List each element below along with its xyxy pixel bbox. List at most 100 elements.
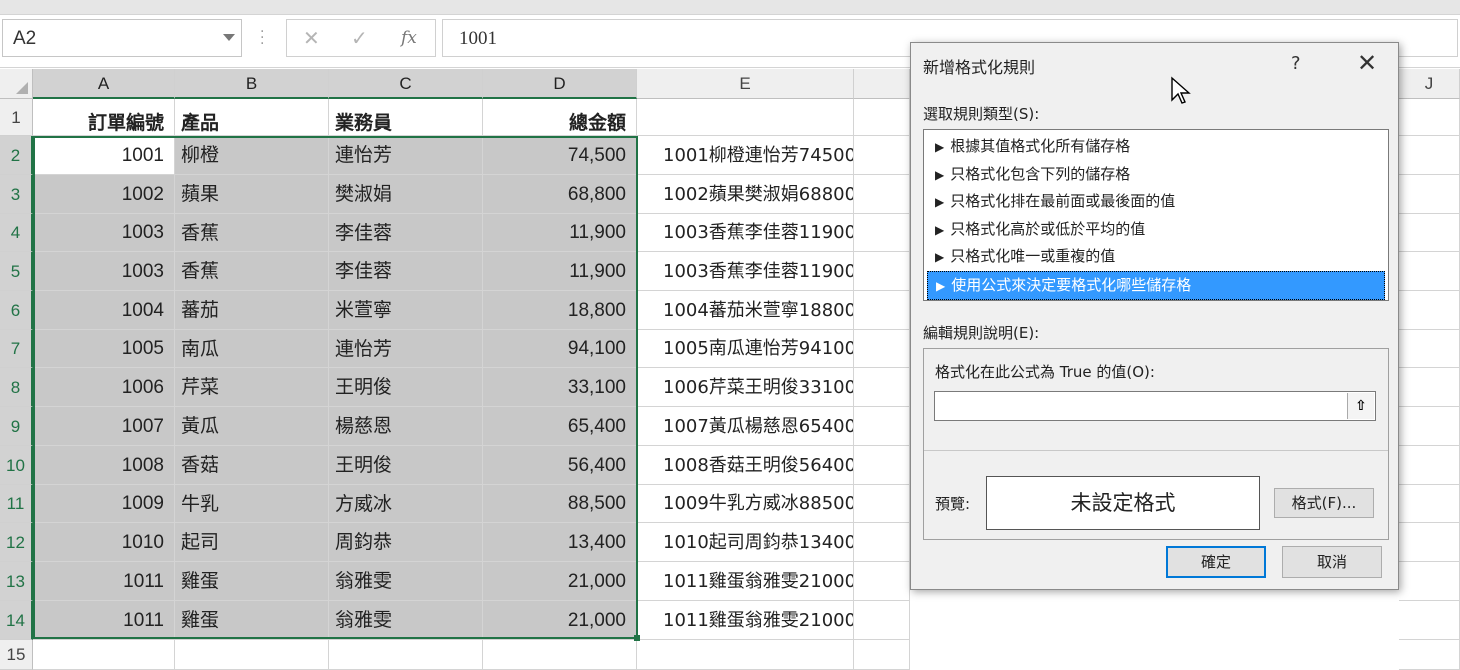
empty-cell[interactable] bbox=[1399, 252, 1460, 291]
format-button[interactable]: 格式(F)... bbox=[1274, 488, 1374, 518]
name-box[interactable]: A2 bbox=[2, 19, 242, 57]
cell-c[interactable]: 李佳蓉 bbox=[329, 252, 483, 291]
cell-e[interactable]: 1008香菇王明俊56400 bbox=[637, 446, 854, 485]
empty-cell[interactable] bbox=[854, 407, 910, 446]
column-header-b[interactable]: B bbox=[175, 69, 329, 99]
cell-a[interactable]: 1009 bbox=[33, 485, 175, 523]
header-cell[interactable]: 業務員 bbox=[329, 99, 483, 136]
cell-b[interactable]: 起司 bbox=[175, 523, 329, 562]
collapse-dialog-icon[interactable]: ⇧ bbox=[1347, 393, 1374, 419]
cell-e[interactable]: 1004蕃茄米萱寧18800 bbox=[637, 291, 854, 330]
cell-c[interactable]: 王明俊 bbox=[329, 446, 483, 485]
empty-cell[interactable] bbox=[483, 640, 637, 670]
cell-b[interactable]: 黃瓜 bbox=[175, 407, 329, 446]
ok-button[interactable]: 確定 bbox=[1166, 546, 1266, 578]
cell-c[interactable]: 連怡芳 bbox=[329, 330, 483, 368]
column-header-c[interactable]: C bbox=[329, 69, 483, 99]
header-cell[interactable]: 總金額 bbox=[483, 99, 637, 136]
cell-e[interactable]: 1007黃瓜楊慈恩65400 bbox=[637, 407, 854, 446]
empty-cell[interactable] bbox=[1399, 214, 1460, 252]
row-header[interactable]: 5 bbox=[0, 252, 33, 291]
empty-cell[interactable] bbox=[854, 175, 910, 214]
empty-cell[interactable] bbox=[854, 368, 910, 407]
cell-b[interactable]: 雞蛋 bbox=[175, 601, 329, 640]
empty-cell[interactable] bbox=[1399, 136, 1460, 175]
row-header[interactable]: 7 bbox=[0, 330, 33, 368]
column-header-blank[interactable] bbox=[854, 69, 910, 99]
cell-c[interactable]: 李佳蓉 bbox=[329, 214, 483, 252]
empty-cell[interactable] bbox=[1399, 99, 1460, 136]
cell-c[interactable]: 楊慈恩 bbox=[329, 407, 483, 446]
row-header[interactable]: 1 bbox=[0, 99, 33, 136]
row-header[interactable]: 13 bbox=[0, 562, 33, 601]
row-header[interactable]: 10 bbox=[0, 446, 33, 485]
empty-cell[interactable] bbox=[1399, 601, 1460, 640]
empty-cell[interactable] bbox=[854, 99, 910, 136]
rule-type-item[interactable]: ▶ 根據其值格式化所有儲存格 bbox=[927, 133, 1385, 161]
cell-a[interactable]: 1003 bbox=[33, 252, 175, 291]
cell-d[interactable]: 11,900 bbox=[483, 214, 637, 252]
empty-cell[interactable] bbox=[854, 523, 910, 562]
empty-cell[interactable] bbox=[1399, 291, 1460, 330]
row-header[interactable]: 15 bbox=[0, 640, 33, 670]
empty-cell[interactable] bbox=[854, 485, 910, 523]
cell-e[interactable]: 1003香蕉李佳蓉11900 bbox=[637, 214, 854, 252]
close-icon[interactable]: ✕ bbox=[1357, 49, 1377, 77]
cell-e[interactable]: 1009牛乳方威冰88500 bbox=[637, 485, 854, 523]
cell-c[interactable]: 樊淑娟 bbox=[329, 175, 483, 214]
rule-type-item[interactable]: ▶ 只格式化唯一或重複的值 bbox=[927, 243, 1385, 271]
cell-a[interactable]: 1011 bbox=[33, 562, 175, 601]
empty-cell[interactable] bbox=[854, 330, 910, 368]
column-header-j[interactable]: J bbox=[1399, 69, 1460, 99]
cell-d[interactable]: 74,500 bbox=[483, 136, 637, 175]
cell-a[interactable]: 1011 bbox=[33, 601, 175, 640]
cell-c[interactable]: 方威冰 bbox=[329, 485, 483, 523]
header-cell[interactable]: 產品 bbox=[175, 99, 329, 136]
cell-d[interactable]: 21,000 bbox=[483, 562, 637, 601]
column-header-a[interactable]: A bbox=[33, 69, 175, 99]
cell-a[interactable]: 1004 bbox=[33, 291, 175, 330]
cell-b[interactable]: 香菇 bbox=[175, 446, 329, 485]
cell-b[interactable]: 牛乳 bbox=[175, 485, 329, 523]
cell-d[interactable]: 33,100 bbox=[483, 368, 637, 407]
rule-type-item[interactable]: ▶ 只格式化高於或低於平均的值 bbox=[927, 216, 1385, 244]
cell-e[interactable]: 1003香蕉李佳蓉11900 bbox=[637, 252, 854, 291]
empty-cell[interactable] bbox=[637, 99, 854, 136]
empty-cell[interactable] bbox=[854, 136, 910, 175]
empty-cell[interactable] bbox=[1399, 562, 1460, 601]
cell-b[interactable]: 芹菜 bbox=[175, 368, 329, 407]
row-header[interactable]: 12 bbox=[0, 523, 33, 562]
cell-a[interactable]: 1003 bbox=[33, 214, 175, 252]
row-header[interactable]: 14 bbox=[0, 601, 33, 640]
cell-d[interactable]: 94,100 bbox=[483, 330, 637, 368]
cell-c[interactable]: 連怡芳 bbox=[329, 136, 483, 175]
cell-c[interactable]: 翁雅雯 bbox=[329, 562, 483, 601]
empty-cell[interactable] bbox=[1399, 368, 1460, 407]
cell-b[interactable]: 柳橙 bbox=[175, 136, 329, 175]
cell-d[interactable]: 18,800 bbox=[483, 291, 637, 330]
cell-e[interactable]: 1010起司周鈞恭13400 bbox=[637, 523, 854, 562]
cell-d[interactable]: 21,000 bbox=[483, 601, 637, 640]
cell-a[interactable]: 1008 bbox=[33, 446, 175, 485]
row-header[interactable]: 2 bbox=[0, 136, 33, 175]
rule-type-item[interactable]: ▶ 只格式化排在最前面或最後面的值 bbox=[927, 188, 1385, 216]
cell-a[interactable]: 1001 bbox=[33, 136, 175, 175]
row-header[interactable]: 6 bbox=[0, 291, 33, 330]
empty-cell[interactable] bbox=[854, 214, 910, 252]
empty-cell[interactable] bbox=[1399, 175, 1460, 214]
fill-handle[interactable] bbox=[634, 635, 640, 641]
cell-e[interactable]: 1005南瓜連怡芳94100 bbox=[637, 330, 854, 368]
cell-b[interactable]: 蕃茄 bbox=[175, 291, 329, 330]
cell-a[interactable]: 1006 bbox=[33, 368, 175, 407]
check-icon[interactable]: ✓ bbox=[351, 26, 368, 50]
cancel-button[interactable]: 取消 bbox=[1282, 546, 1382, 578]
empty-cell[interactable] bbox=[1399, 640, 1460, 670]
row-header[interactable]: 11 bbox=[0, 485, 33, 523]
empty-cell[interactable] bbox=[854, 562, 910, 601]
rule-type-item[interactable]: ▶ 只格式化包含下列的儲存格 bbox=[927, 161, 1385, 189]
cell-c[interactable]: 翁雅雯 bbox=[329, 601, 483, 640]
cell-a[interactable]: 1010 bbox=[33, 523, 175, 562]
cell-a[interactable]: 1007 bbox=[33, 407, 175, 446]
empty-cell[interactable] bbox=[1399, 523, 1460, 562]
cell-b[interactable]: 南瓜 bbox=[175, 330, 329, 368]
